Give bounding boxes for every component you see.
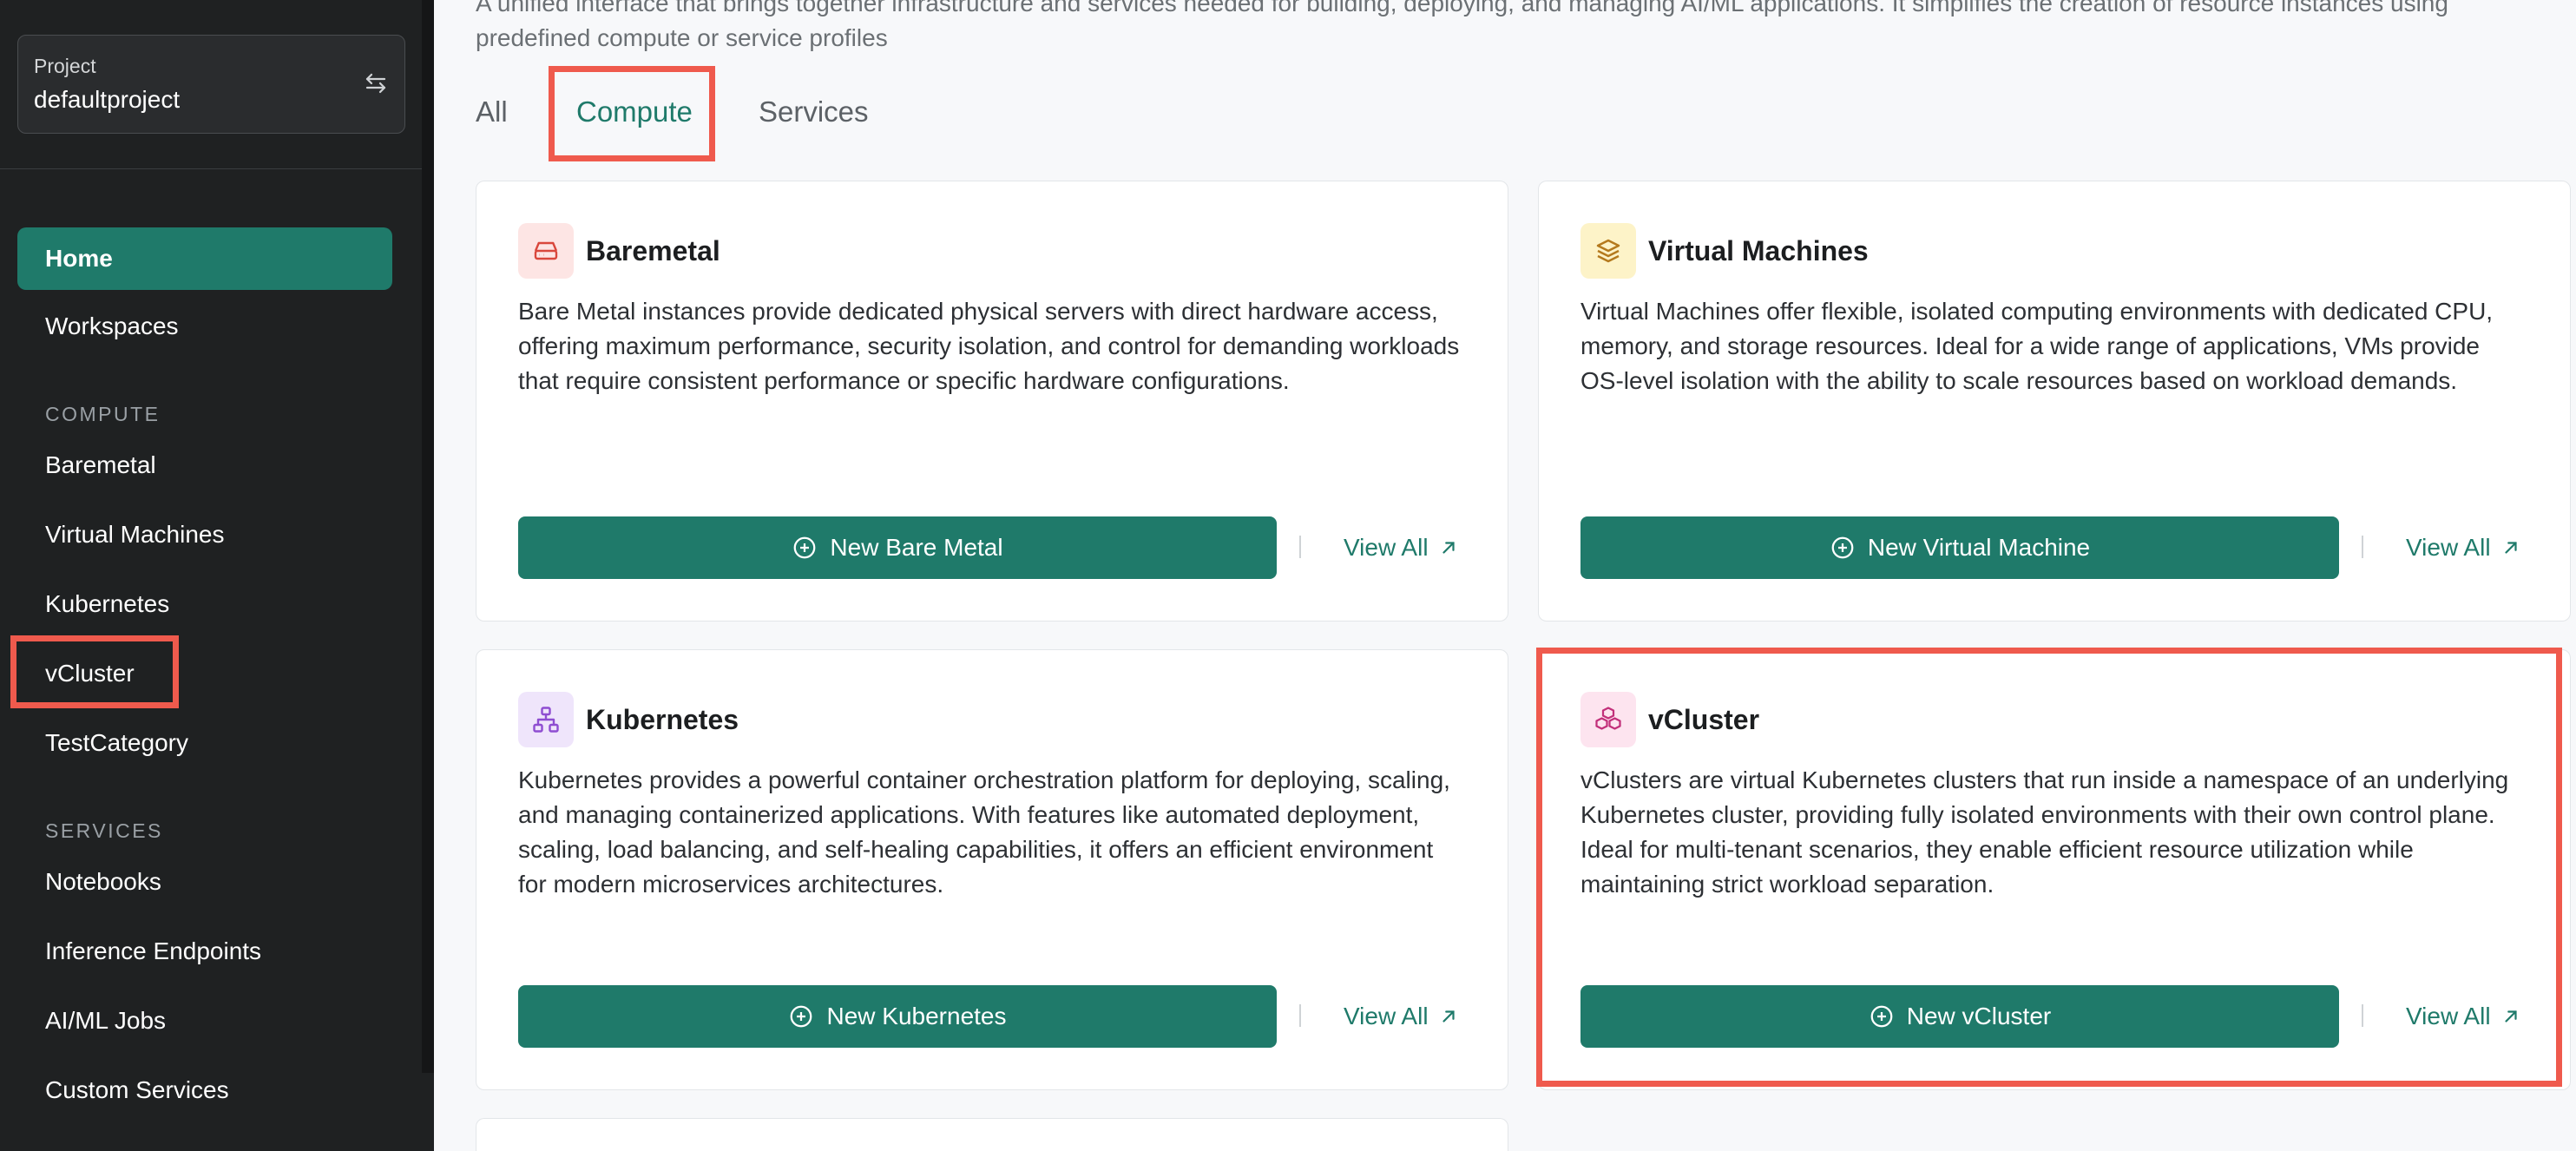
sidebar-scrollbar[interactable] (422, 0, 434, 1073)
tab-compute[interactable]: Compute (576, 95, 693, 128)
sidebar-item-vcluster[interactable]: vCluster (17, 642, 392, 705)
new-bare-metal-button[interactable]: New Bare Metal (518, 516, 1277, 579)
tab-services[interactable]: Services (759, 95, 869, 128)
network-icon (518, 692, 574, 747)
card-title: Kubernetes (586, 704, 739, 735)
sidebar-divider (0, 168, 422, 169)
arrow-up-right-icon (1442, 542, 1455, 554)
card-description: Bare Metal instances provide dedicated p… (518, 298, 1460, 394)
card-title: vCluster (1648, 704, 1760, 735)
plus-circle-icon (1870, 1005, 1893, 1028)
card-partial (476, 1118, 1508, 1151)
card-description: vClusters are virtual Kubernetes cluster… (1580, 766, 2509, 898)
card-kubernetes: Kubernetes Kubernetes provides a powerfu… (476, 649, 1508, 1090)
view-all-vcluster-link[interactable]: View All (2406, 1003, 2520, 1030)
plus-circle-icon (794, 536, 816, 559)
separator (2362, 1004, 2363, 1027)
sidebar-item-baremetal[interactable]: Baremetal (17, 434, 392, 497)
new-vcluster-button[interactable]: New vCluster (1580, 985, 2339, 1048)
sidebar-item-inference-endpoints[interactable]: Inference Endpoints (17, 920, 392, 983)
sidebar-item-virtual-machines[interactable]: Virtual Machines (17, 503, 392, 566)
separator (1299, 1004, 1301, 1027)
plus-circle-icon (1831, 536, 1854, 559)
view-all-virtual-machines-link[interactable]: View All (2406, 534, 2520, 562)
sidebar: Project defaultproject Home Workspaces C… (0, 0, 434, 1151)
button-label: New Kubernetes (826, 1003, 1007, 1029)
new-virtual-machine-button[interactable]: New Virtual Machine (1580, 516, 2339, 579)
main-content: A unified interface that brings together… (434, 0, 2576, 1151)
separator (1299, 536, 1301, 558)
sidebar-item-aiml-jobs[interactable]: AI/ML Jobs (17, 990, 392, 1052)
sidebar-item-testcategory[interactable]: TestCategory (17, 712, 392, 774)
arrow-up-right-icon (2504, 542, 2517, 554)
project-value: defaultproject (34, 86, 181, 113)
page-description: A unified interface that brings together… (476, 0, 2448, 51)
button-label: New Bare Metal (830, 534, 1003, 561)
button-label: New Virtual Machine (1867, 534, 2091, 561)
project-label: Project (34, 55, 96, 77)
card-baremetal: Baremetal Bare Metal instances provide d… (476, 181, 1508, 622)
sidebar-item-home[interactable]: Home (17, 227, 392, 290)
arrow-up-right-icon (1442, 1010, 1455, 1023)
server-icon (518, 223, 574, 279)
link-label: View All (2406, 1003, 2491, 1029)
card-title: Virtual Machines (1648, 235, 1869, 266)
link-label: View All (2406, 534, 2491, 561)
plus-circle-icon (791, 1005, 812, 1028)
sidebar-item-notebooks[interactable]: Notebooks (17, 851, 392, 913)
link-label: View All (1344, 534, 1429, 561)
sidebar-section-services: SERVICES (45, 819, 163, 842)
layers-icon (1580, 223, 1636, 279)
card-virtual-machines: Virtual Machines Virtual Machines offer … (1538, 181, 2571, 622)
separator (2362, 536, 2363, 558)
link-label: View All (1344, 1003, 1429, 1029)
sidebar-item-workspaces[interactable]: Workspaces (17, 295, 392, 358)
arrow-up-right-icon (2504, 1010, 2517, 1023)
boxes-icon (1580, 692, 1636, 747)
view-all-baremetal-link[interactable]: View All (1344, 534, 1458, 562)
project-selector[interactable]: Project defaultproject (17, 35, 405, 134)
card-vcluster: vCluster vClusters are virtual Kubernete… (1538, 649, 2571, 1090)
swap-icon[interactable] (363, 70, 389, 96)
view-all-kubernetes-link[interactable]: View All (1344, 1003, 1458, 1030)
button-label: New vCluster (1906, 1003, 2052, 1029)
tab-all[interactable]: All (476, 95, 508, 128)
card-description: Virtual Machines offer flexible, isolate… (1580, 298, 2494, 394)
sidebar-item-kubernetes[interactable]: Kubernetes (17, 573, 392, 635)
sidebar-section-compute: COMPUTE (45, 403, 161, 425)
new-kubernetes-button[interactable]: New Kubernetes (518, 985, 1277, 1048)
card-title: Baremetal (586, 235, 720, 266)
sidebar-item-custom-services[interactable]: Custom Services (17, 1059, 392, 1121)
card-description: Kubernetes provides a powerful container… (518, 766, 1450, 898)
